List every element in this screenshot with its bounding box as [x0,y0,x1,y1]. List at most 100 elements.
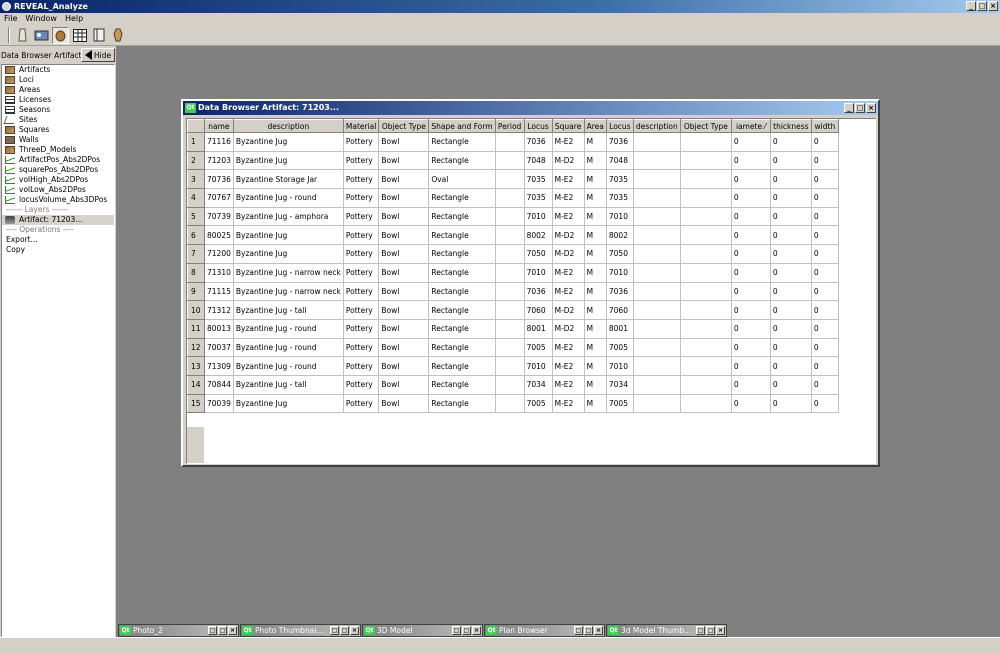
table-cell[interactable]: 70844 [204,375,234,395]
jar-tool-icon[interactable] [109,27,126,44]
table-cell[interactable]: 70736 [204,169,234,190]
table-row[interactable]: 10 71312 Byzantine Jug - tall Pottery Bowl Re… [187,300,839,320]
table-cell[interactable]: Rectangle [428,225,496,246]
restore-button[interactable]: □ [696,626,705,635]
table-cell[interactable] [680,132,732,152]
layer-tree[interactable]: Artifacts Loci Areas Licenses Seasons Si… [1,64,115,637]
db-maximize-button[interactable]: □ [855,103,865,113]
book-tool-icon[interactable] [90,27,107,44]
menu-help[interactable]: Help [65,13,83,25]
table-cell[interactable] [495,169,525,190]
table-cell[interactable]: Byzantine Jug - narrow neck [233,263,344,283]
table-cell[interactable]: 71310 [204,263,234,283]
row-number[interactable]: 5 [187,206,205,227]
table-cell[interactable]: 71200 [204,244,234,264]
table-cell[interactable]: 7048 [606,151,634,171]
table-cell[interactable]: 0 [770,375,812,395]
table-cell[interactable]: 0 [731,282,771,302]
column-header[interactable]: width [810,119,839,133]
app-close-button[interactable]: × [988,1,998,11]
table-cell[interactable] [633,319,681,339]
table-cell[interactable] [495,319,525,339]
row-number[interactable]: 9 [187,281,205,302]
table-cell[interactable]: M-D2 [552,151,585,171]
table-row[interactable]: 7 71200 Byzantine Jug Pottery Bowl Rectangle 7… [187,244,839,264]
table-cell[interactable]: Rectangle [428,394,496,414]
table-cell[interactable]: Bowl [378,169,430,190]
table-cell[interactable]: Byzantine Jug - narrow neck [233,282,344,302]
table-cell[interactable]: Bowl [378,244,430,264]
tree-item-seasons[interactable]: Seasons [2,105,114,115]
table-cell[interactable]: 0 [770,151,812,171]
tree-item-squares[interactable]: Squares [2,125,114,135]
table-cell[interactable]: M-E2 [552,207,585,227]
minimized-3d-model[interactable]: Qt 3D Model □ □ × [362,624,483,637]
table-cell[interactable]: 7005 [524,394,553,414]
table-cell[interactable]: Rectangle [428,151,496,171]
table-cell[interactable]: Rectangle [428,319,496,339]
table-cell[interactable]: Byzantine Jug - round [233,319,344,339]
table-cell[interactable]: 70037 [204,338,234,358]
table-cell[interactable]: M [584,282,607,302]
corner-cell[interactable] [187,119,205,133]
table-cell[interactable]: M-E2 [552,375,585,395]
table-cell[interactable] [495,188,525,208]
table-cell[interactable] [633,132,681,152]
column-header[interactable]: description [232,119,344,133]
table-cell[interactable] [495,263,525,283]
table-cell[interactable]: M [584,169,607,190]
column-header[interactable]: Object Type [378,119,430,133]
table-row[interactable]: 2 71203 Byzantine Jug Pottery Bowl Rectangle 7… [187,150,839,171]
tree-item-threed-models[interactable]: ThreeD_Models [2,145,114,155]
table-cell[interactable] [633,225,681,246]
table-cell[interactable]: 0 [811,151,839,171]
table-row[interactable]: 14 70844 Byzantine Jug - tall Pottery Bowl Re… [187,374,839,395]
table-cell[interactable]: Byzantine Jug [233,225,344,246]
row-number[interactable]: 6 [187,225,205,246]
artifact-tool-icon[interactable] [14,27,31,44]
restore-button[interactable]: □ [208,626,217,635]
column-header[interactable]: Object Type [679,119,732,133]
table-cell[interactable]: Byzantine Jug - tall [233,375,344,395]
table-cell[interactable] [495,394,525,414]
table-cell[interactable]: 7036 [606,132,634,152]
row-number[interactable]: 8 [187,262,205,283]
table-cell[interactable]: 7005 [606,394,634,414]
table-cell[interactable]: 0 [811,282,839,302]
table-cell[interactable]: Byzantine Jug - amphora [233,207,344,227]
table-cell[interactable]: Rectangle [428,188,496,208]
row-number[interactable]: 1 [187,132,205,152]
table-row[interactable]: 5 70739 Byzantine Jug - amphora Pottery Bowl… [187,206,839,227]
table-cell[interactable]: 71312 [204,300,234,320]
tree-item-sites[interactable]: Sites [2,115,114,125]
table-cell[interactable]: 70739 [204,207,234,227]
tree-item-walls[interactable]: Walls [2,135,114,145]
table-cell[interactable]: Bowl [378,188,430,208]
table-cell[interactable] [680,300,732,320]
table-cell[interactable]: 0 [811,169,839,190]
table-cell[interactable]: M-D2 [552,244,585,264]
table-cell[interactable]: M-D2 [552,225,585,246]
table-cell[interactable]: 0 [770,263,812,283]
table-cell[interactable]: 0 [811,300,839,320]
table-row[interactable]: 8 71310 Byzantine Jug - narrow neck Pottery… [187,262,839,283]
table-cell[interactable] [495,225,525,246]
table-cell[interactable]: 0 [731,207,771,227]
table-cell[interactable]: M [584,225,607,246]
table-cell[interactable] [680,225,732,246]
table-cell[interactable]: M [584,263,607,283]
table-cell[interactable] [633,207,681,227]
table-cell[interactable]: 0 [811,207,839,227]
table-cell[interactable] [680,319,732,339]
row-number[interactable]: 12 [187,337,205,358]
tree-item-artifactpos[interactable]: ArtifactPos_Abs2DPos [2,155,114,165]
tree-item-loci[interactable]: Loci [2,75,114,85]
table-cell[interactable]: M [584,207,607,227]
row-number[interactable]: 7 [187,244,205,264]
table-cell[interactable]: 0 [811,338,839,358]
app-minimize-button[interactable]: _ [966,1,976,11]
table-cell[interactable] [680,338,732,358]
maximize-button[interactable]: □ [218,626,227,635]
table-cell[interactable]: 0 [731,225,771,246]
table-cell[interactable]: 7035 [606,188,634,208]
